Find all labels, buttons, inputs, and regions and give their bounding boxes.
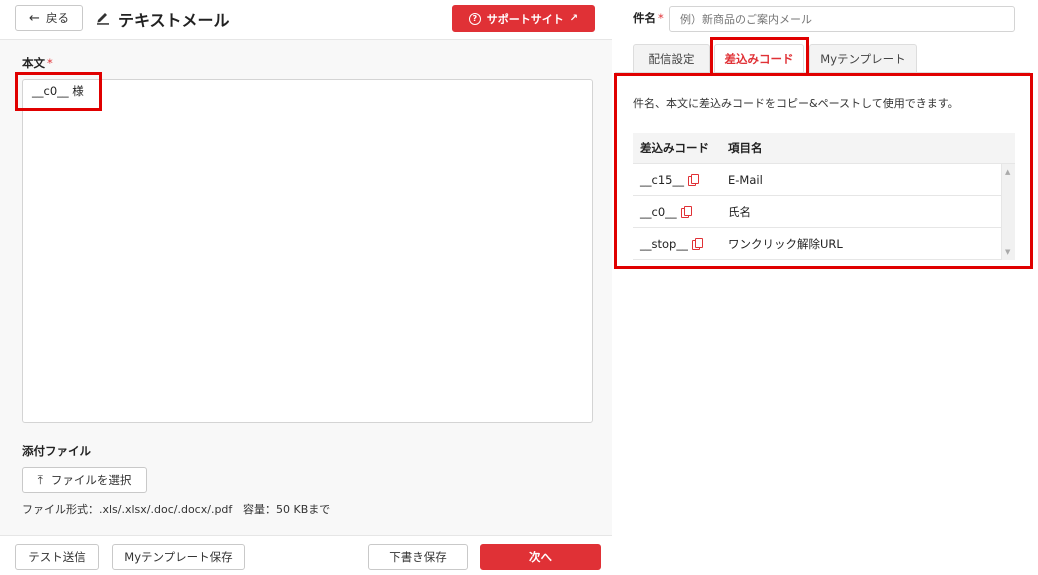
scroll-down-icon[interactable]: ▼ bbox=[1005, 248, 1010, 256]
merge-item-name: ワンクリック解除URL bbox=[728, 236, 843, 251]
back-label: 戻る bbox=[45, 11, 69, 25]
draft-save-button[interactable]: 下書き保存 bbox=[368, 544, 468, 570]
tab-merge-code[interactable]: 差込みコード bbox=[714, 44, 804, 72]
choose-file-label: ファイルを選択 bbox=[50, 473, 132, 487]
copy-icon[interactable] bbox=[687, 174, 699, 186]
choose-file-button[interactable]: ⤒ ファイルを選択 bbox=[22, 467, 147, 493]
merge-table-header: 差込みコード 項目名 bbox=[633, 133, 1015, 164]
save-template-button[interactable]: Myテンプレート保存 bbox=[112, 544, 245, 570]
table-row: __stop__ ワンクリック解除URL bbox=[633, 228, 1015, 260]
body-textarea[interactable]: __c0__ 様 bbox=[22, 79, 593, 423]
tab-delivery-settings[interactable]: 配信設定 bbox=[633, 44, 710, 72]
copy-icon[interactable] bbox=[691, 238, 703, 250]
support-label: サポートサイト bbox=[486, 12, 564, 26]
external-link-icon: ↗ bbox=[569, 13, 579, 24]
merge-item-name: 氏名 bbox=[728, 204, 751, 219]
subject-label: 件名 * bbox=[633, 11, 664, 25]
upload-icon: ⤒ bbox=[37, 472, 43, 487]
merge-item-name: E-Mail bbox=[728, 172, 763, 187]
merge-code-cell: __c0__ bbox=[633, 205, 728, 219]
body-content: __c0__ 様 bbox=[32, 84, 84, 98]
body-label: 本文 * bbox=[22, 56, 53, 70]
column-header-code: 差込みコード bbox=[640, 141, 709, 155]
copy-icon[interactable] bbox=[680, 206, 692, 218]
merge-description: 件名、本文に差込みコードをコピー&ペーストして使用できます。 bbox=[633, 97, 959, 110]
pencil-icon bbox=[96, 9, 110, 25]
merge-code-cell: __stop__ bbox=[633, 237, 728, 251]
back-button[interactable]: ← 戻る bbox=[15, 5, 83, 31]
file-format-text: ファイル形式：.xls/.xlsx/.doc/.docx/.pdf bbox=[22, 503, 233, 516]
arrow-left-icon: ← bbox=[29, 10, 40, 26]
required-mark: * bbox=[47, 56, 53, 70]
test-send-button[interactable]: テスト送信 bbox=[15, 544, 99, 570]
next-button[interactable]: 次へ bbox=[480, 544, 601, 570]
column-header-name: 項目名 bbox=[728, 141, 763, 155]
table-scrollbar[interactable]: ▲ ▼ bbox=[1001, 164, 1015, 260]
support-site-button[interactable]: ? サポートサイト ↗ bbox=[452, 5, 595, 32]
table-row: __c0__ 氏名 bbox=[633, 196, 1015, 228]
tab-my-template[interactable]: Myテンプレート bbox=[809, 44, 917, 72]
file-size-text: 容量：50 KBまで bbox=[243, 503, 331, 516]
subject-required-mark: * bbox=[658, 11, 664, 25]
tabs-underline bbox=[615, 72, 1030, 73]
merge-code: __c15__ bbox=[640, 172, 684, 187]
page-title: テキストメール bbox=[118, 11, 230, 30]
table-row: __c15__ E-Mail bbox=[633, 164, 1015, 196]
merge-code-cell: __c15__ bbox=[633, 173, 728, 187]
subject-input[interactable] bbox=[669, 6, 1015, 32]
merge-code: __c0__ bbox=[640, 204, 677, 219]
help-circle-icon: ? bbox=[468, 12, 481, 25]
left-panel: ← 戻る テキストメール ? サポートサイト ↗ 本文 * __c0__ 様 添付… bbox=[0, 0, 612, 575]
scroll-up-icon[interactable]: ▲ bbox=[1005, 168, 1010, 176]
merge-code: __stop__ bbox=[640, 236, 688, 251]
attachment-label: 添付ファイル bbox=[22, 444, 91, 458]
